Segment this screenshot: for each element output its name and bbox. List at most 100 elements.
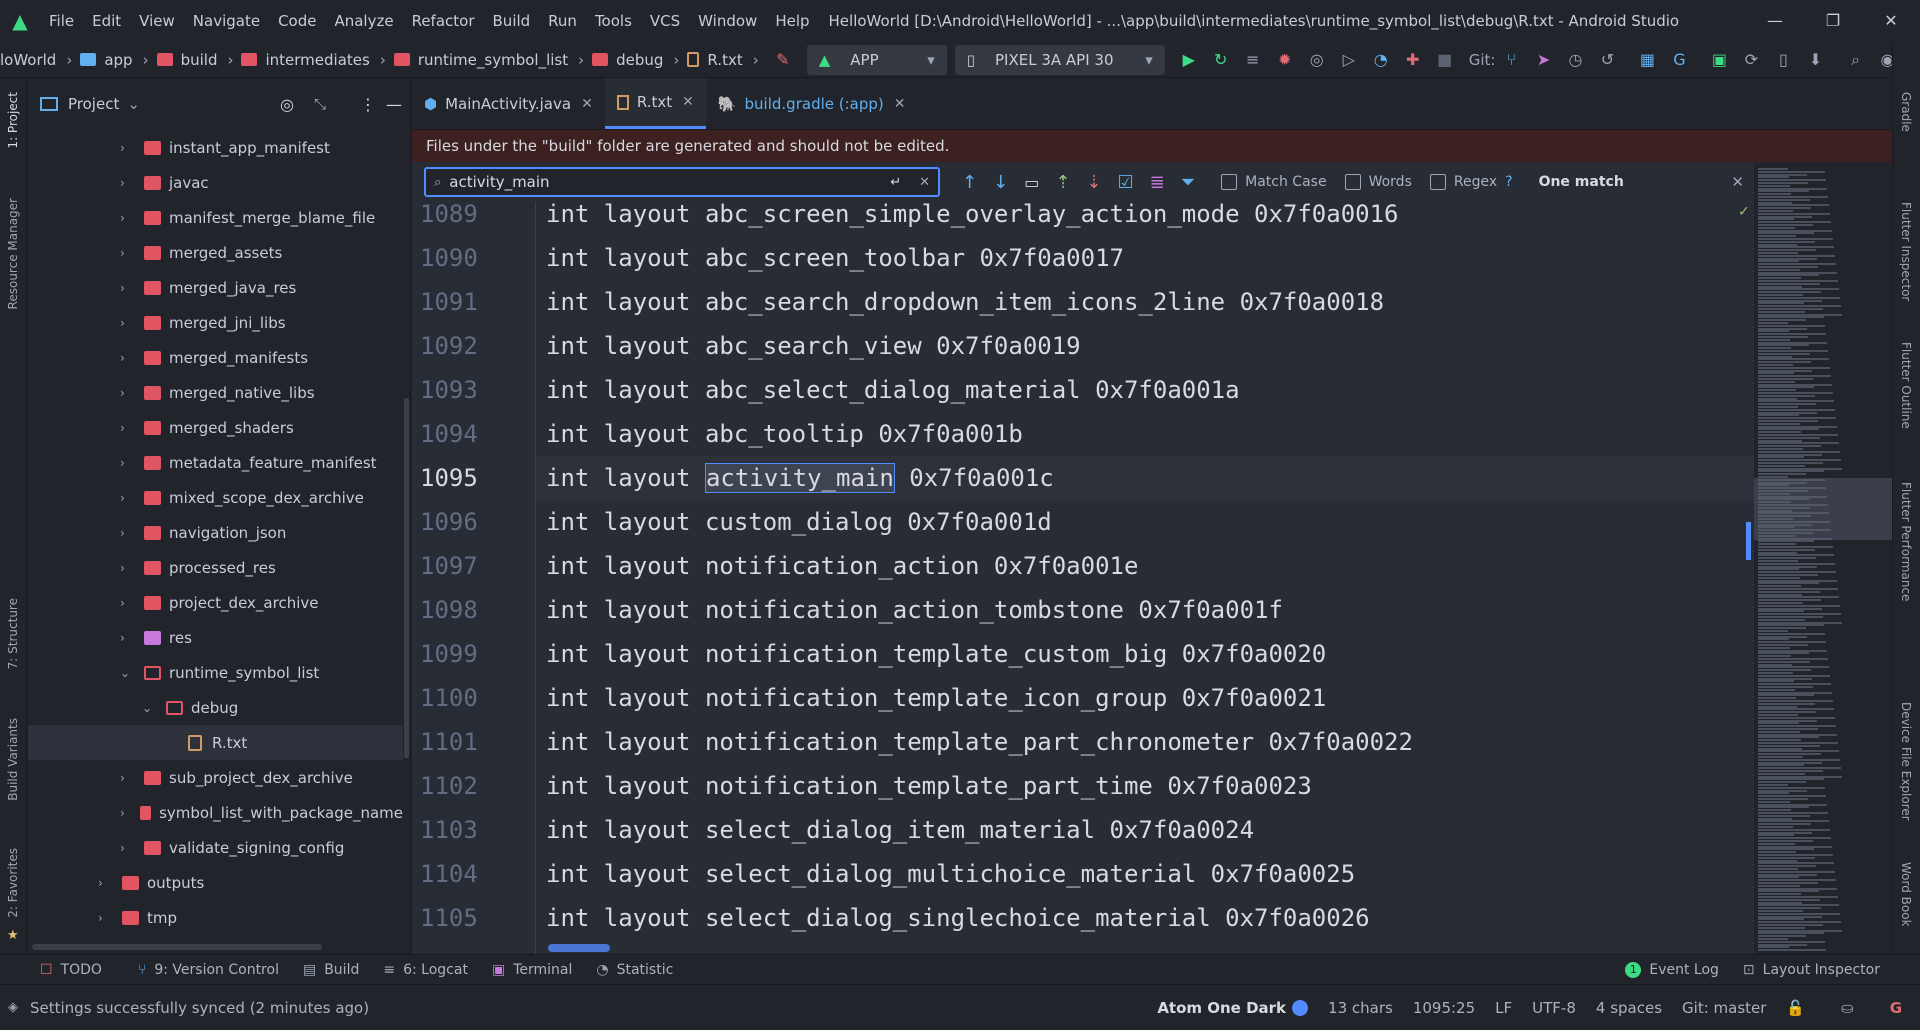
hammer-icon[interactable]: ✎ xyxy=(771,48,795,72)
debug-icon[interactable]: ✹ xyxy=(1273,48,1297,72)
version-control-tool-button[interactable]: ⑂ 9: Version Control xyxy=(138,962,279,978)
tree-item-folder[interactable]: › merged_shaders xyxy=(28,410,403,445)
breadcrumb-debug[interactable]: debug › xyxy=(592,51,679,69)
tree-item-folder[interactable]: ⌄ debug xyxy=(28,690,403,725)
select-all-occurrences-icon[interactable]: ☑ xyxy=(1118,172,1134,193)
avd-manager-icon[interactable]: ▯ xyxy=(1771,48,1795,72)
git-history-icon[interactable]: ◷ xyxy=(1563,48,1587,72)
chevron-right-icon[interactable]: › xyxy=(120,456,134,470)
regex-help-link[interactable]: ? xyxy=(1505,174,1512,190)
tab-build-gradle[interactable]: 🐘 build.gradle (:app) ✕ xyxy=(706,78,918,129)
gradle-tool-button[interactable]: Gradle xyxy=(1899,92,1913,132)
minimize-icon[interactable]: — xyxy=(1746,0,1804,42)
menu-tools[interactable]: Tools xyxy=(586,0,641,42)
terminal-tool-button[interactable]: ▣ Terminal xyxy=(492,962,572,978)
chevron-right-icon[interactable]: › xyxy=(120,141,134,155)
code-line[interactable]: int layout notification_template_custom_… xyxy=(546,632,1326,676)
apply-code-changes-icon[interactable]: ≡ xyxy=(1241,48,1265,72)
new-line-icon[interactable]: ↵ xyxy=(890,175,901,190)
profile-icon[interactable]: ◔ xyxy=(1369,48,1393,72)
todo-tool-button[interactable]: ☐ TODO xyxy=(40,962,102,978)
menu-run[interactable]: Run xyxy=(539,0,586,42)
chevron-right-icon[interactable]: › xyxy=(120,316,134,330)
chevron-right-icon[interactable]: › xyxy=(98,911,112,925)
memory-indicator-icon[interactable]: ⛀ xyxy=(1841,999,1854,1017)
menu-file[interactable]: File xyxy=(40,0,83,42)
chevron-right-icon[interactable]: › xyxy=(98,876,112,890)
code-line[interactable]: int layout notification_template_icon_gr… xyxy=(546,676,1326,720)
status-message[interactable]: Settings successfully synced (2 minutes … xyxy=(30,999,369,1017)
chevron-right-icon[interactable]: › xyxy=(120,526,134,540)
tree-item-folder[interactable]: › mixed_scope_dex_archive xyxy=(28,480,403,515)
google-account-icon[interactable]: G xyxy=(1890,999,1902,1017)
tree-item-folder[interactable]: › instant_app_manifest xyxy=(28,130,403,165)
project-structure-icon[interactable]: ▦ xyxy=(1635,48,1659,72)
code-line[interactable]: int layout abc_select_dialog_material 0x… xyxy=(546,368,1240,412)
git-push-icon[interactable]: ➤ xyxy=(1531,48,1555,72)
breadcrumb-app[interactable]: app › xyxy=(80,51,149,69)
code-line[interactable]: int layout notification_action 0x7f0a001… xyxy=(546,544,1138,588)
chevron-right-icon[interactable]: › xyxy=(120,631,134,645)
chevron-down-icon[interactable]: ⌄ xyxy=(142,701,156,715)
code-line[interactable]: int layout abc_search_dropdown_item_icon… xyxy=(546,280,1384,324)
build-variants-tool-button[interactable]: Build Variants xyxy=(6,718,20,801)
tab-mainactivity[interactable]: ⬢ MainActivity.java ✕ xyxy=(412,78,605,129)
tree-item-folder[interactable]: › project_dex_archive xyxy=(28,585,403,620)
apply-changes-icon[interactable]: ↻ xyxy=(1209,48,1233,72)
flutter-inspector-tool-button[interactable]: Flutter Inspector xyxy=(1899,202,1913,301)
hide-panel-icon[interactable]: — xyxy=(386,95,402,114)
git-rollback-icon[interactable]: ↺ xyxy=(1595,48,1619,72)
chevron-right-icon[interactable]: › xyxy=(120,596,134,610)
chevron-right-icon[interactable]: › xyxy=(120,561,134,575)
menu-help[interactable]: Help xyxy=(766,0,818,42)
chevron-down-icon[interactable]: ⌄ xyxy=(127,95,140,113)
code-line[interactable]: int layout select_dialog_item_material 0… xyxy=(546,808,1254,852)
device-dropdown[interactable]: ▯ PIXEL 3A API 30 ▾ xyxy=(954,44,1165,75)
options-menu-icon[interactable]: ⋮ xyxy=(360,95,376,114)
match-case-checkbox[interactable]: Match Case xyxy=(1221,174,1327,190)
file-encoding[interactable]: UTF-8 xyxy=(1532,999,1576,1017)
stop-icon[interactable]: ■ xyxy=(1433,48,1457,72)
menu-edit[interactable]: Edit xyxy=(83,0,130,42)
filter-icon[interactable]: ⏷ xyxy=(1181,172,1195,193)
gradle-sync-icon[interactable]: ⟳ xyxy=(1739,48,1763,72)
close-window-icon[interactable]: ✕ xyxy=(1862,0,1920,42)
chevron-right-icon[interactable]: › xyxy=(120,386,134,400)
menu-analyze[interactable]: Analyze xyxy=(325,0,402,42)
coverage-icon[interactable]: ◎ xyxy=(1305,48,1329,72)
menu-window[interactable]: Window xyxy=(689,0,766,42)
regex-checkbox[interactable]: Regex xyxy=(1429,174,1497,190)
collapse-all-icon[interactable]: ⤡ xyxy=(314,95,326,113)
tree-item-folder[interactable]: › javac xyxy=(28,165,403,200)
breadcrumb-build[interactable]: build › xyxy=(156,51,233,69)
breadcrumb-intermediates[interactable]: intermediates › xyxy=(241,51,386,69)
device-file-explorer-tool-button[interactable]: Device File Explorer xyxy=(1899,702,1913,821)
lock-icon[interactable]: 🔓 xyxy=(1786,999,1805,1017)
run-icon[interactable]: ▶ xyxy=(1177,48,1201,72)
menu-view[interactable]: View xyxy=(130,0,184,42)
chevron-right-icon[interactable]: › xyxy=(120,491,134,505)
git-update-icon[interactable]: ⑂ xyxy=(1499,48,1523,72)
filter-search-results-icon[interactable]: ≣ xyxy=(1150,172,1165,193)
flutter-outline-tool-button[interactable]: Flutter Outline xyxy=(1899,342,1913,429)
close-tab-icon[interactable]: ✕ xyxy=(894,96,906,112)
menu-code[interactable]: Code xyxy=(269,0,325,42)
tree-item-folder[interactable]: › processed_res xyxy=(28,550,403,585)
clear-search-icon[interactable]: ✕ xyxy=(919,175,930,190)
code-line[interactable]: int layout abc_screen_simple_overlay_act… xyxy=(546,202,1399,236)
event-log-tool-button[interactable]: 1 Event Log xyxy=(1625,961,1719,978)
tree-item-folder[interactable]: › res xyxy=(28,620,403,655)
favorites-tool-button[interactable]: 2: Favorites xyxy=(6,848,20,918)
tree-item-folder[interactable]: ⌄ runtime_symbol_list xyxy=(28,655,403,690)
search-everywhere-icon[interactable]: ⌕ xyxy=(1843,48,1867,72)
tree-item-folder[interactable]: › merged_java_res xyxy=(28,270,403,305)
tree-item-folder[interactable]: › merged_manifests xyxy=(28,340,403,375)
theme-indicator[interactable]: Atom One Dark xyxy=(1157,999,1286,1017)
editor-scroll-thumb[interactable] xyxy=(1746,522,1751,560)
translate-icon[interactable]: G xyxy=(1667,48,1691,72)
menu-refactor[interactable]: Refactor xyxy=(403,0,484,42)
remove-occurrence-icon[interactable]: ⇣ xyxy=(1086,172,1101,193)
statistic-tool-button[interactable]: ◔ Statistic xyxy=(596,962,673,978)
code-line[interactable]: int layout select_dialog_multichoice_mat… xyxy=(546,852,1355,896)
tree-item-folder[interactable]: › navigation_json xyxy=(28,515,403,550)
